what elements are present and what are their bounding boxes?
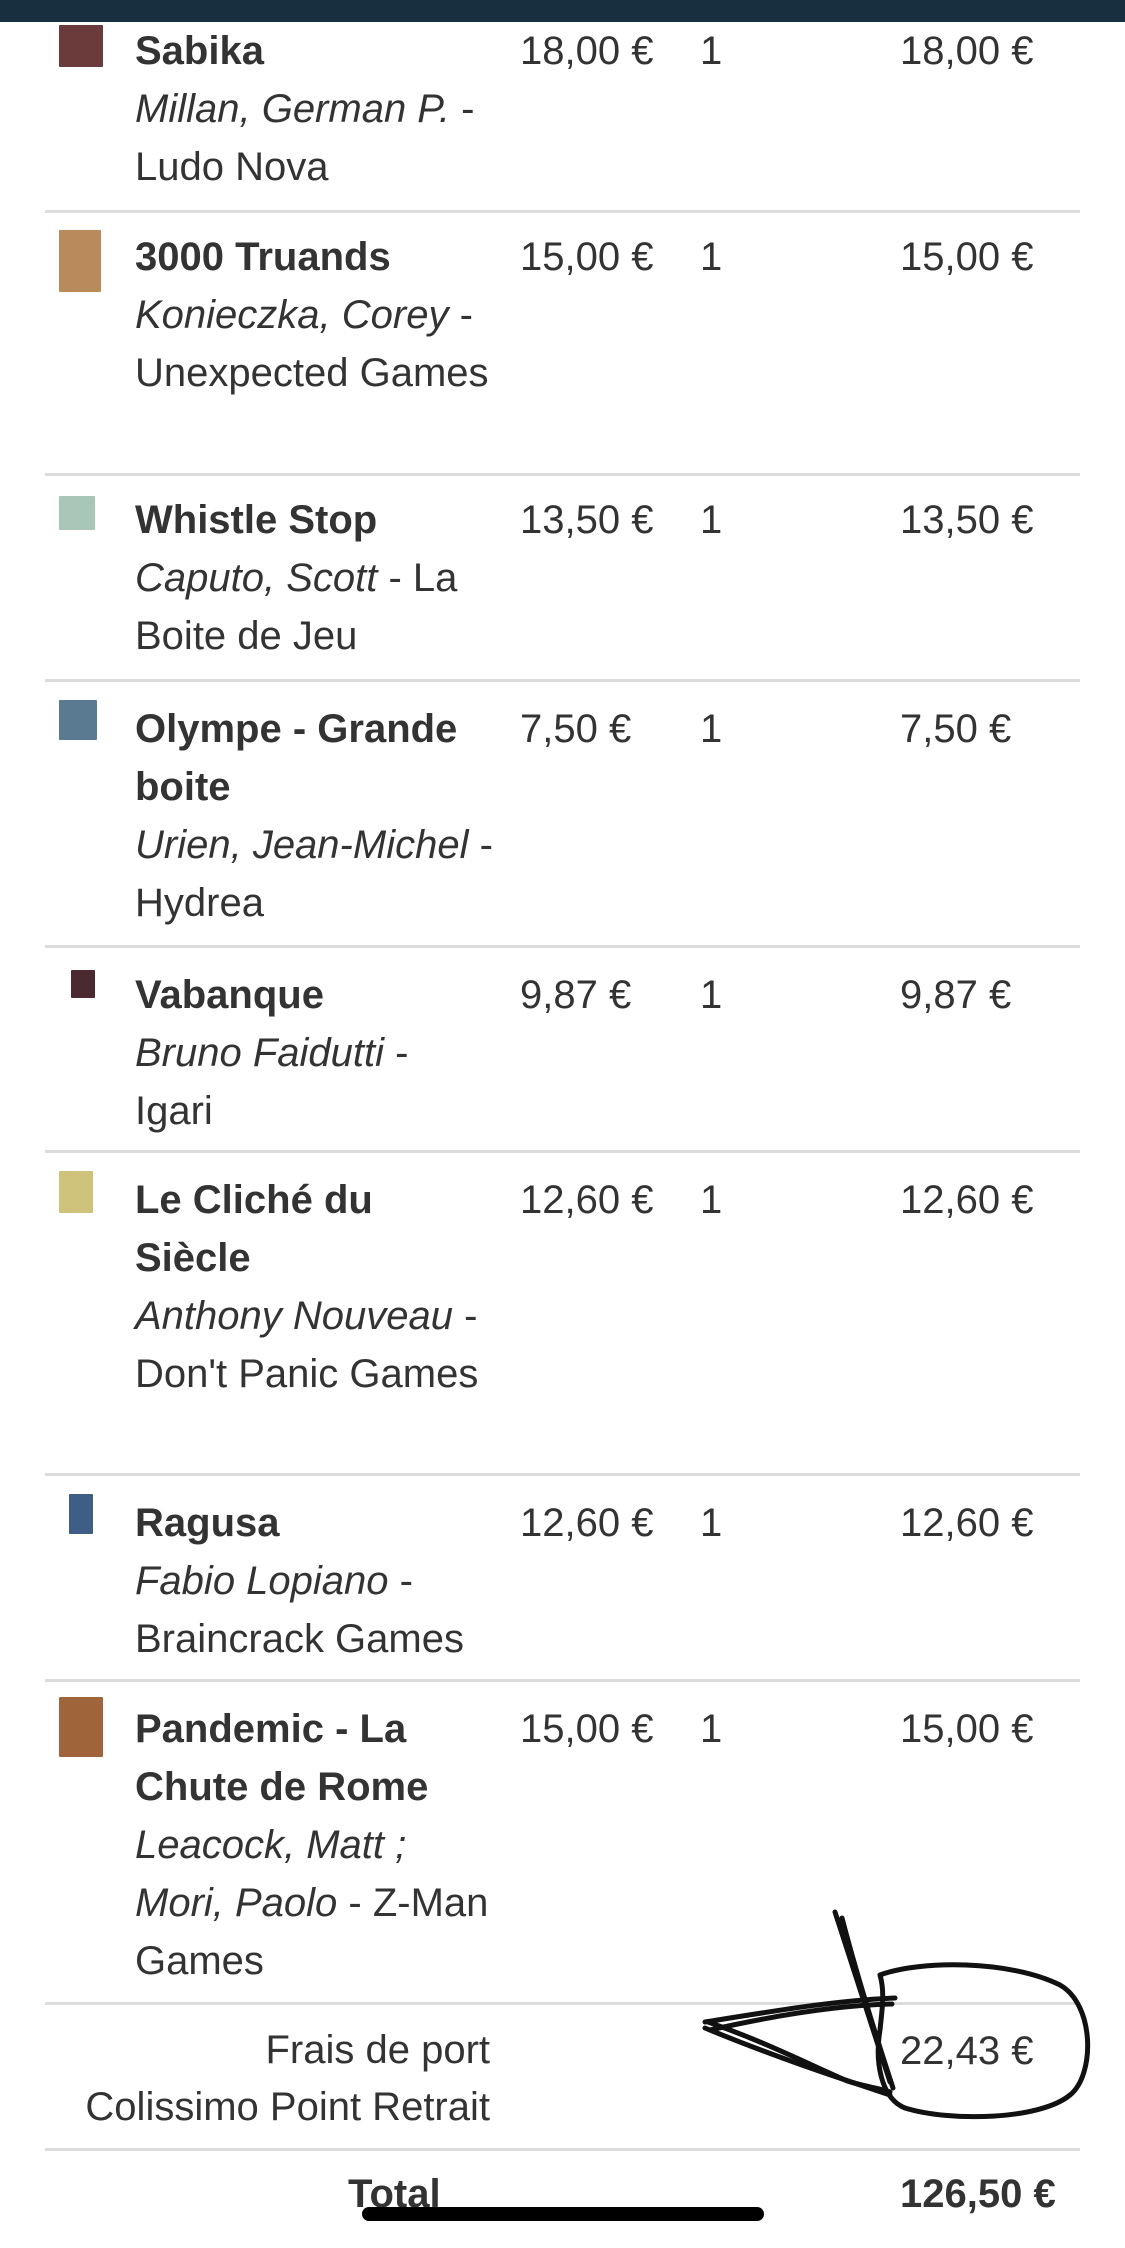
quantity: 1: [700, 973, 723, 1017]
product-thumbnail[interactable]: [59, 1171, 93, 1213]
unit-price: 12,60 €: [520, 1178, 654, 1222]
product-title[interactable]: Ragusa: [135, 1494, 495, 1552]
unit-price: 7,50 €: [520, 707, 632, 751]
line-total: 15,00 €: [900, 235, 1034, 279]
quantity: 1: [700, 707, 723, 751]
product-author: Caputo, Scott: [135, 556, 378, 600]
product-title[interactable]: 3000 Truands: [135, 228, 495, 286]
product-thumbnail[interactable]: [59, 230, 101, 292]
product-author: Fabio Lopiano: [135, 1559, 389, 1603]
product-title[interactable]: Olympe - Grande boite: [135, 700, 495, 816]
cart-item-row: Vabanque Bruno Faidutti - Igari 9,87 € 1…: [45, 948, 1080, 1153]
shipping-method: Colissimo Point Retrait: [85, 2085, 490, 2129]
quantity: 1: [700, 235, 723, 279]
shipping-cost: 22,43 €: [900, 2029, 1034, 2073]
cart-item-row: Olympe - Grande boite Urien, Jean-Michel…: [45, 682, 1080, 948]
unit-price: 12,60 €: [520, 1501, 654, 1545]
quantity: 1: [700, 498, 723, 542]
product-author: Konieczka, Corey: [135, 293, 449, 337]
product-publisher: Braincrack Games: [135, 1617, 464, 1661]
cart-item-row: Le Cliché du Siècle Anthony Nouveau - Do…: [45, 1153, 1080, 1476]
product-thumbnail[interactable]: [59, 700, 97, 740]
product-publisher: Unexpected Games: [135, 351, 489, 395]
quantity: 1: [700, 1178, 723, 1222]
quantity: 1: [700, 1707, 723, 1751]
product-title[interactable]: Pandemic - La Chute de Rome: [135, 1700, 495, 1816]
product-author: Anthony Nouveau: [135, 1294, 454, 1338]
line-total: 12,60 €: [900, 1501, 1034, 1545]
product-thumbnail[interactable]: [59, 25, 103, 67]
product-title[interactable]: Vabanque: [135, 966, 495, 1024]
product-author: Millan, German P.: [135, 87, 450, 131]
product-thumbnail[interactable]: [59, 496, 95, 530]
product-thumbnail[interactable]: [69, 1494, 93, 1534]
product-thumbnail[interactable]: [71, 970, 95, 998]
quantity: 1: [700, 29, 723, 73]
line-total: 15,00 €: [900, 1707, 1034, 1751]
product-author: Leacock, Matt ; Mori, Paolo: [135, 1823, 407, 1925]
cart-item-row: 3000 Truands Konieczka, Corey - Unexpect…: [45, 213, 1080, 476]
product-title[interactable]: Whistle Stop: [135, 491, 495, 549]
product-thumbnail[interactable]: [59, 1697, 103, 1757]
line-total: 12,60 €: [900, 1178, 1034, 1222]
shipping-label-title: Frais de port: [265, 2028, 490, 2072]
product-publisher: Hydrea: [135, 881, 264, 925]
unit-price: 13,50 €: [520, 498, 654, 542]
line-total: 9,87 €: [900, 973, 1012, 1017]
total-value: 126,50 €: [900, 2172, 1056, 2216]
line-total: 13,50 €: [900, 498, 1034, 542]
line-total: 7,50 €: [900, 707, 1012, 751]
quantity: 1: [700, 1501, 723, 1545]
product-author: Bruno Faidutti: [135, 1031, 385, 1075]
cart-item-row: Ragusa Fabio Lopiano - Braincrack Games …: [45, 1476, 1080, 1682]
product-title[interactable]: Sabika: [135, 22, 495, 80]
cart-item-row: Sabika Millan, German P. - Ludo Nova 18,…: [45, 0, 1080, 213]
product-author: Urien, Jean-Michel: [135, 823, 469, 867]
unit-price: 9,87 €: [520, 973, 632, 1017]
product-publisher: Igari: [135, 1089, 213, 1133]
product-publisher: Don't Panic Games: [135, 1352, 479, 1396]
product-title[interactable]: Le Cliché du Siècle: [135, 1171, 495, 1287]
unit-price: 15,00 €: [520, 235, 654, 279]
unit-price: 18,00 €: [520, 29, 654, 73]
cart-item-row: Pandemic - La Chute de Rome Leacock, Mat…: [45, 1682, 1080, 2005]
line-total: 18,00 €: [900, 29, 1034, 73]
home-indicator[interactable]: [362, 2207, 764, 2221]
cart-item-row: Whistle Stop Caputo, Scott - La Boite de…: [45, 476, 1080, 682]
shipping-label: Frais de port Colissimo Point Retrait: [45, 2022, 490, 2136]
product-publisher: Ludo Nova: [135, 145, 329, 189]
unit-price: 15,00 €: [520, 1707, 654, 1751]
shipping-row: Frais de port Colissimo Point Retrait 22…: [45, 2005, 1080, 2151]
